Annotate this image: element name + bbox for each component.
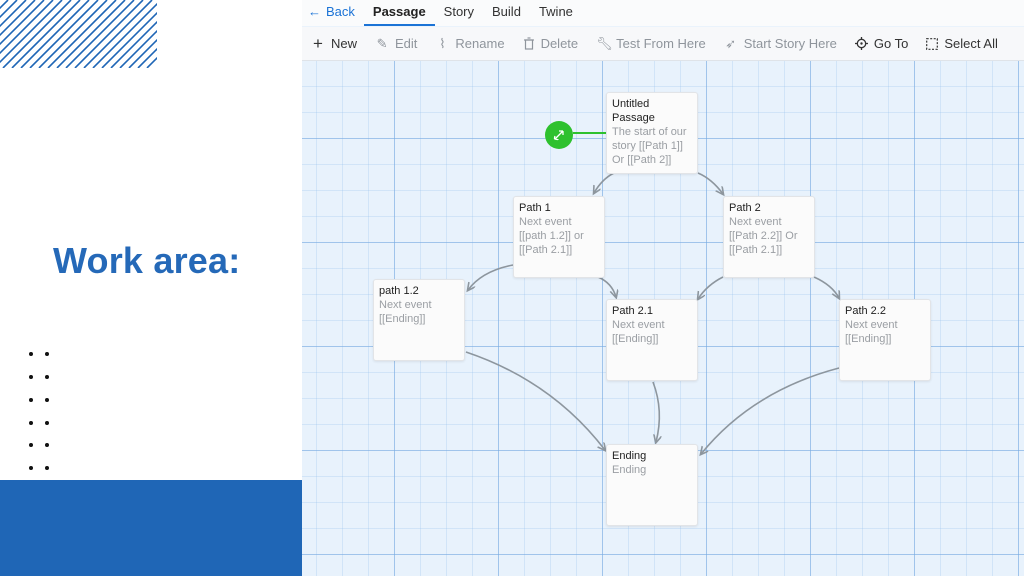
trash-icon <box>523 37 534 50</box>
goto-label: Go To <box>873 36 909 51</box>
pencil-icon: ✎ <box>376 35 388 51</box>
rocket-icon <box>553 130 564 141</box>
passage-excerpt: Next event [[Ending]] <box>612 319 665 345</box>
tab-build[interactable]: Build <box>483 0 530 26</box>
link-path1-path21 <box>597 276 616 297</box>
passage-title: Path 2 <box>729 202 761 214</box>
passage-title: Path 2.1 <box>612 305 653 317</box>
passage-excerpt: Ending <box>612 464 647 476</box>
passage-card-untitled[interactable]: Untitled Passage The start of our story … <box>606 92 698 174</box>
start-story-here-button[interactable]: ➶ Start Story Here <box>715 27 846 61</box>
select-all-icon <box>926 37 939 50</box>
delete-label: Delete <box>540 36 579 51</box>
back-button[interactable]: ← Back <box>302 0 364 26</box>
rename-button[interactable]: ⌇ Rename <box>426 27 513 61</box>
link-path2-path22 <box>813 276 839 298</box>
tab-twine[interactable]: Twine <box>530 0 582 26</box>
back-label: Back <box>326 4 355 19</box>
edit-button[interactable]: ✎ Edit <box>366 27 426 61</box>
slide-title: Work area: <box>53 240 241 281</box>
test-from-here-button[interactable]: 🔧︎ Test From Here <box>587 27 715 61</box>
start-passage-marker <box>545 121 573 149</box>
passage-card-path-2-2[interactable]: Path 2.2 Next event [[Ending]] <box>839 299 931 381</box>
passage-excerpt: Next event [[Ending]] <box>379 299 432 325</box>
stripe-pattern <box>0 0 157 68</box>
twine-app-window: ← Back Passage Story Build Twine + New ✎ Ed… <box>302 0 1024 576</box>
link-untitled-path2 <box>697 172 723 194</box>
passage-excerpt: Next event [[Ending]] <box>845 319 898 345</box>
passage-excerpt: The start of our story [[Path 1]] Or [[P… <box>612 126 687 166</box>
link-path21-ending <box>652 381 659 442</box>
wrench-icon: 🔧︎ <box>596 35 613 51</box>
link-path12-ending <box>465 351 605 450</box>
edit-label: Edit <box>395 36 418 51</box>
passage-card-path-2[interactable]: Path 2 Next event [[Path 2.2]] Or [[Path… <box>723 196 815 278</box>
passage-title: Untitled Passage <box>612 98 655 124</box>
target-icon <box>854 37 868 50</box>
top-tab-bar: ← Back Passage Story Build Twine <box>302 0 1024 26</box>
passage-title: Ending <box>612 450 647 462</box>
passage-title: Path 2.2 <box>845 305 886 317</box>
passage-excerpt: Next event [[Path 2.2]] Or [[Path 2.1]] <box>729 216 798 256</box>
start-label: Start Story Here <box>743 36 837 51</box>
arrow-left-icon: ← <box>308 4 321 19</box>
dot-grid <box>29 352 49 470</box>
link-path1-path12 <box>468 264 514 290</box>
story-map-canvas[interactable]: Untitled Passage The start of our story … <box>302 61 1024 576</box>
new-label: New <box>331 36 358 51</box>
rocket-icon: ➶ <box>725 35 737 51</box>
rename-icon: ⌇ <box>439 35 446 51</box>
new-button[interactable]: + New <box>302 27 366 61</box>
tab-story[interactable]: Story <box>435 0 483 26</box>
delete-button[interactable]: Delete <box>514 27 588 61</box>
go-to-button[interactable]: Go To <box>846 27 917 61</box>
link-path22-ending <box>701 367 840 454</box>
passage-card-path-2-1[interactable]: Path 2.1 Next event [[Ending]] <box>606 299 698 381</box>
passage-title: path 1.2 <box>379 285 419 297</box>
passage-card-path-1[interactable]: Path 1 Next event [[path 1.2]] or [[Path… <box>513 196 605 278</box>
link-untitled-path1 <box>594 172 615 193</box>
selectall-label: Select All <box>944 36 998 51</box>
tab-passage[interactable]: Passage <box>363 0 435 26</box>
rename-label: Rename <box>455 36 505 51</box>
passage-card-ending[interactable]: Ending Ending <box>606 444 698 526</box>
select-all-button[interactable]: Select All <box>917 27 1006 61</box>
slide-panel: Work area: <box>0 0 302 576</box>
link-path2-path21 <box>698 276 724 299</box>
passage-card-path-1-2[interactable]: path 1.2 Next event [[Ending]] <box>373 279 465 361</box>
passage-title: Path 1 <box>519 202 551 214</box>
plus-icon: + <box>313 33 323 53</box>
passage-toolbar: + New ✎ Edit ⌇ Rename Delete 🔧︎ Test From He… <box>302 27 1024 61</box>
footer-color-block <box>0 480 302 576</box>
passage-excerpt: Next event [[path 1.2]] or [[Path 2.1]] <box>519 216 584 256</box>
test-label: Test From Here <box>616 36 706 51</box>
